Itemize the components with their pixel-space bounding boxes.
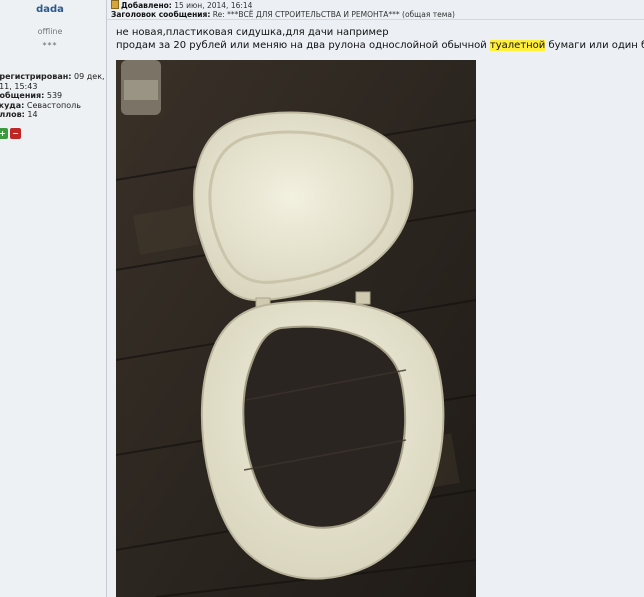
toilet-seat-photo <box>116 60 476 597</box>
header-divider <box>107 19 644 20</box>
post-body: не новая,пластиковая сидушка,для дачи на… <box>116 27 644 52</box>
subject-label: Заголовок сообщения: <box>111 10 211 19</box>
registered-value: 09 дек, <box>74 72 105 81</box>
post-subject-row: Заголовок сообщения: Re: ***ВСЁ ДЛЯ СТРО… <box>111 10 455 19</box>
from-label: ткуда: <box>0 100 25 110</box>
post-date-row: Добавлено: 15 июн, 2014, 16:14 <box>111 0 455 10</box>
online-status: offline <box>37 27 63 36</box>
post-line-2-end: бумаги или один больш <box>548 39 644 51</box>
user-stats: арегистрирован: 09 дек, 011, 15:43 ообще… <box>0 72 105 120</box>
minus-icon[interactable]: − <box>10 128 21 139</box>
rating-value: 14 <box>27 110 38 119</box>
added-label: Добавлено: <box>121 1 172 10</box>
registered-row-2: 011, 15:43 <box>0 82 105 92</box>
post-link-icon[interactable] <box>111 0 119 9</box>
post-photo[interactable] <box>116 60 476 597</box>
posts-label: ообщения: <box>0 91 45 100</box>
username-link[interactable]: dada <box>0 4 100 15</box>
post-header: Добавлено: 15 июн, 2014, 16:14 Заголовок… <box>111 0 455 19</box>
subject-value: Re: ***ВСЁ ДЛЯ СТРОИТЕЛЬСТВА И РЕМОНТА**… <box>212 10 455 19</box>
reputation-buttons: + − <box>0 128 21 139</box>
posts-value: 539 <box>46 91 63 100</box>
user-profile-panel: dada offline *** арегистрирован: 09 дек,… <box>0 0 106 597</box>
rating-row: аллов: 14 <box>0 110 105 120</box>
rating-label: аллов: <box>0 110 25 119</box>
posts-row: ообщения: 539 <box>0 91 105 101</box>
from-row: ткуда: Севастополь <box>0 101 105 111</box>
rank-stars: *** <box>42 41 58 50</box>
search-highlight: туалетной <box>489 39 546 51</box>
post-line-1: не новая,пластиковая сидушка,для дачи на… <box>116 27 389 38</box>
registered-row: арегистрирован: 09 дек, <box>0 72 105 82</box>
post-line-2: продам за 20 рублей или меняю на два рул… <box>116 39 644 53</box>
added-value: 15 июн, 2014, 16:14 <box>174 1 253 10</box>
post-line-2-start: продам за 20 рублей или меняю на два рул… <box>116 39 490 51</box>
registered-value-2: 011, 15:43 <box>0 81 38 91</box>
from-value: Севастополь <box>26 100 81 110</box>
plus-icon[interactable]: + <box>0 128 8 139</box>
registered-label: арегистрирован: <box>0 72 72 81</box>
column-divider <box>106 0 107 597</box>
